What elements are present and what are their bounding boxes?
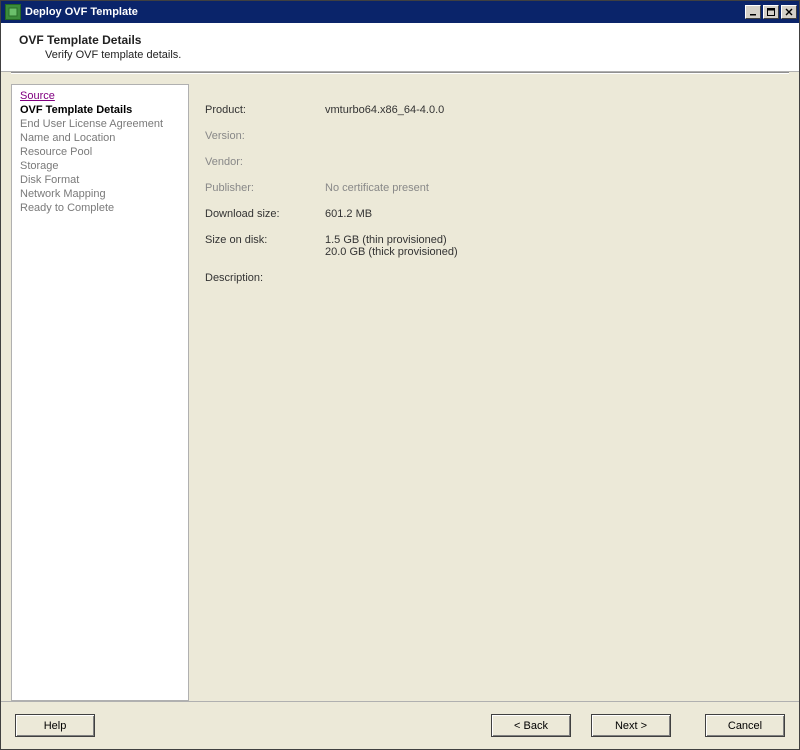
sidebar-item-label: Resource Pool	[20, 146, 92, 158]
wizard-header-title: OVF Template Details	[19, 33, 785, 47]
wizard-header: OVF Template Details Verify OVF template…	[1, 23, 799, 72]
window-controls	[745, 5, 797, 19]
label-version: Version:	[205, 130, 325, 142]
back-button[interactable]: < Back	[491, 714, 571, 737]
value-version	[325, 130, 781, 142]
row-vendor: Vendor:	[205, 156, 781, 168]
sidebar-item-ovf-template-details[interactable]: OVF Template Details	[20, 103, 180, 117]
row-product: Product: vmturbo64.x86_64-4.0.0	[205, 104, 781, 116]
sidebar-item-label: Network Mapping	[20, 188, 106, 200]
value-size-on-disk: 1.5 GB (thin provisioned) 20.0 GB (thick…	[325, 234, 781, 258]
wizard-steps-sidebar: Source OVF Template Details End User Lic…	[11, 84, 189, 701]
sidebar-item-source[interactable]: Source	[20, 89, 180, 103]
row-version: Version:	[205, 130, 781, 142]
sidebar-item-label: Storage	[20, 160, 59, 172]
sidebar-item-disk-format: Disk Format	[20, 173, 180, 187]
sidebar-item-name-location: Name and Location	[20, 131, 180, 145]
sidebar-item-label: Disk Format	[20, 174, 79, 186]
value-size-thick: 20.0 GB (thick provisioned)	[325, 246, 781, 258]
cancel-button[interactable]: Cancel	[705, 714, 785, 737]
label-download-size: Download size:	[205, 208, 325, 220]
window-title: Deploy OVF Template	[25, 6, 138, 18]
deploy-ovf-window: Deploy OVF Template OVF Template Details…	[0, 0, 800, 750]
next-button[interactable]: Next >	[591, 714, 671, 737]
label-publisher: Publisher:	[205, 182, 325, 194]
wizard-header-subtitle: Verify OVF template details.	[45, 49, 785, 61]
sidebar-item-label: Name and Location	[20, 132, 115, 144]
label-product: Product:	[205, 104, 325, 116]
value-download-size: 601.2 MB	[325, 208, 781, 220]
help-button[interactable]: Help	[15, 714, 95, 737]
row-download-size: Download size: 601.2 MB	[205, 208, 781, 220]
row-size-on-disk: Size on disk: 1.5 GB (thin provisioned) …	[205, 234, 781, 258]
value-vendor	[325, 156, 781, 168]
sidebar-item-resource-pool: Resource Pool	[20, 145, 180, 159]
sidebar-item-ready-to-complete: Ready to Complete	[20, 201, 180, 215]
value-product: vmturbo64.x86_64-4.0.0	[325, 104, 781, 116]
sidebar-item-label: Source	[20, 90, 55, 102]
sidebar-item-storage: Storage	[20, 159, 180, 173]
value-size-thin: 1.5 GB (thin provisioned)	[325, 234, 781, 246]
row-publisher: Publisher: No certificate present	[205, 182, 781, 194]
sidebar-item-label: OVF Template Details	[20, 104, 132, 116]
sidebar-item-network-mapping: Network Mapping	[20, 187, 180, 201]
label-vendor: Vendor:	[205, 156, 325, 168]
minimize-button[interactable]	[745, 5, 761, 19]
value-description	[325, 272, 781, 284]
sidebar-item-label: Ready to Complete	[20, 202, 114, 214]
wizard-footer: Help < Back Next > Cancel	[1, 701, 799, 749]
titlebar: Deploy OVF Template	[1, 1, 799, 23]
label-description: Description:	[205, 272, 325, 284]
sidebar-item-eula: End User License Agreement	[20, 117, 180, 131]
row-description: Description:	[205, 272, 781, 284]
label-size-on-disk: Size on disk:	[205, 234, 325, 258]
ovf-details-pane: Product: vmturbo64.x86_64-4.0.0 Version:…	[197, 84, 789, 701]
app-icon	[5, 4, 21, 20]
value-publisher: No certificate present	[325, 182, 781, 194]
maximize-button[interactable]	[763, 5, 779, 19]
wizard-body: Source OVF Template Details End User Lic…	[1, 74, 799, 701]
sidebar-item-label: End User License Agreement	[20, 118, 163, 130]
close-button[interactable]	[781, 5, 797, 19]
